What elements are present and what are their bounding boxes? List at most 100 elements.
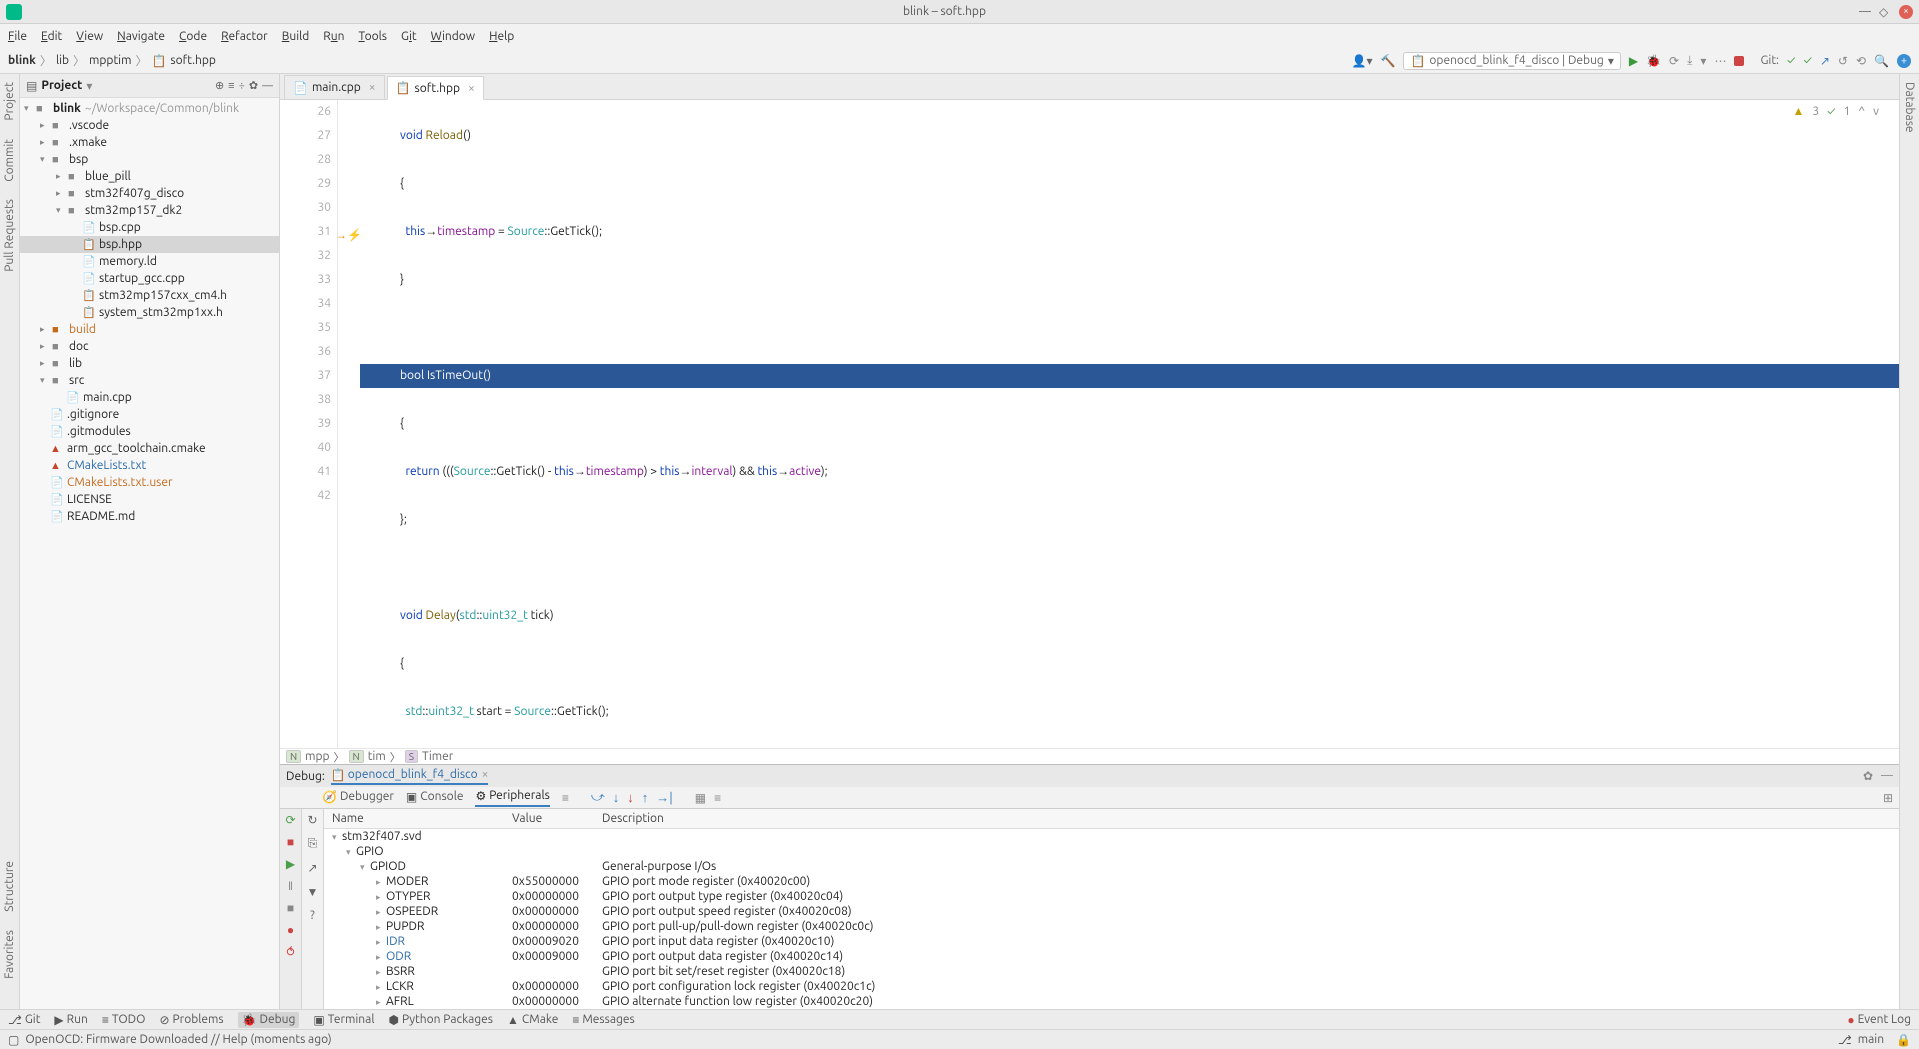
rerun-icon[interactable]: ⟳ bbox=[285, 813, 295, 827]
table-row[interactable]: ▸ODR0x00009000GPIO port output data regi… bbox=[324, 949, 1899, 964]
tab-main[interactable]: 📄main.cpp× bbox=[284, 75, 385, 99]
editor-breadcrumb[interactable]: Nmpp 〉 Ntim 〉 STimer bbox=[280, 748, 1899, 764]
menu-file[interactable]: File bbox=[8, 30, 27, 43]
close-icon[interactable]: × bbox=[468, 82, 475, 95]
menu-run[interactable]: Run bbox=[323, 30, 344, 43]
gutter[interactable]: 2627282930 31→⚡ 3233343536 373839404142 bbox=[280, 100, 338, 748]
tool-todo[interactable]: ≡ TODO bbox=[102, 1013, 146, 1027]
breakpoints-icon[interactable]: ■ bbox=[287, 901, 294, 915]
run-config-selector[interactable]: 📋 openocd_blink_f4_disco | Debug ▾ bbox=[1403, 52, 1620, 70]
git-rollback-icon[interactable]: ⟲ bbox=[1856, 54, 1866, 68]
table-row[interactable]: ▸OTYPER0x00000000GPIO port output type r… bbox=[324, 889, 1899, 904]
breadcrumb[interactable]: blink 〉 lib 〉 mpptim 〉 📋 soft.hpp bbox=[8, 52, 216, 69]
table-row[interactable]: ▸AFRL0x00000000GPIO alternate function l… bbox=[324, 994, 1899, 1009]
expand-icon[interactable]: ≡ bbox=[228, 80, 234, 92]
code-content[interactable]: void Reload() { this→timestamp = Source:… bbox=[360, 100, 1899, 748]
menu-edit[interactable]: Edit bbox=[41, 30, 62, 43]
rail-pull-requests[interactable]: Pull Requests bbox=[3, 199, 16, 272]
tab-console[interactable]: ▣ Console bbox=[406, 790, 464, 806]
tool-run[interactable]: ▶ Run bbox=[54, 1013, 87, 1027]
user-icon[interactable]: 👤▾ bbox=[1352, 54, 1373, 68]
more-icon[interactable]: ⋯ bbox=[1714, 54, 1726, 68]
status-bg-tasks-icon[interactable]: ▢ bbox=[8, 1033, 19, 1047]
debug-settings-icon[interactable]: ✿ bbox=[1863, 769, 1873, 783]
menu-code[interactable]: Code bbox=[179, 30, 207, 43]
menu-refactor[interactable]: Refactor bbox=[221, 30, 268, 43]
pause-icon[interactable]: ‖ bbox=[288, 879, 293, 893]
close-button[interactable]: × bbox=[1899, 5, 1913, 19]
mute-bp-icon[interactable]: ● bbox=[287, 923, 294, 937]
debug-config[interactable]: 📋openocd_blink_f4_disco× bbox=[331, 768, 489, 785]
menu-view[interactable]: View bbox=[76, 30, 103, 43]
collapse-icon[interactable]: ÷ bbox=[239, 80, 245, 92]
search-icon[interactable]: 🔍 bbox=[1874, 54, 1889, 68]
tool-terminal[interactable]: ▣ Terminal bbox=[313, 1013, 374, 1027]
tool-problems[interactable]: ⊘ Problems bbox=[159, 1013, 223, 1027]
run-icon[interactable]: ▶ bbox=[1629, 54, 1638, 68]
maximize-button[interactable]: ◇ bbox=[1879, 5, 1893, 19]
evaluate-icon[interactable]: ▦ bbox=[695, 791, 706, 805]
debug-icon[interactable]: 🐞 bbox=[1646, 54, 1661, 68]
settings-icon[interactable]: ✿ bbox=[249, 79, 258, 92]
table-row[interactable]: ▸BSRRGPIO port bit set/reset register (0… bbox=[324, 964, 1899, 979]
tab-soft[interactable]: 📋soft.hpp× bbox=[387, 76, 484, 100]
tool-messages[interactable]: ≡ Messages bbox=[572, 1013, 634, 1027]
crumb-mpptim[interactable]: mpptim bbox=[89, 54, 131, 67]
attach-icon[interactable]: ▾ bbox=[1700, 54, 1706, 68]
coverage-icon[interactable]: ⟳ bbox=[1669, 54, 1679, 68]
rail-favorites[interactable]: Favorites bbox=[3, 930, 16, 979]
debug-hide-icon[interactable]: — bbox=[1881, 769, 1893, 783]
minimize-button[interactable]: — bbox=[1859, 5, 1873, 19]
menu-navigate[interactable]: Navigate bbox=[117, 30, 165, 43]
menu-build[interactable]: Build bbox=[282, 30, 310, 43]
git-branch[interactable]: main bbox=[1858, 1033, 1884, 1046]
tab-peripherals[interactable]: ⚙ Peripherals bbox=[475, 789, 549, 807]
hide-icon[interactable]: — bbox=[262, 80, 273, 92]
run-to-cursor-icon[interactable]: →| bbox=[656, 790, 673, 805]
export-icon[interactable]: ↗ bbox=[307, 861, 317, 875]
filter-icon[interactable]: ▼ bbox=[307, 885, 319, 899]
layout-icon[interactable]: ⊞ bbox=[1883, 791, 1893, 805]
tool-cmake[interactable]: ▲ CMake bbox=[507, 1013, 558, 1027]
stop-icon[interactable]: ■ bbox=[287, 835, 294, 849]
table-row[interactable]: ▸IDR0x00009020GPIO port input data regis… bbox=[324, 934, 1899, 949]
inspection-widget[interactable]: ▲3 ✓1 ^v bbox=[1792, 104, 1879, 118]
tab-debugger[interactable]: 🧭 Debugger bbox=[322, 790, 394, 806]
restart-icon[interactable]: ↻ bbox=[307, 813, 317, 827]
add-icon[interactable]: + bbox=[1897, 54, 1911, 68]
crumb-lib[interactable]: lib bbox=[56, 54, 69, 67]
rail-commit[interactable]: Commit bbox=[3, 139, 16, 182]
git-update-icon[interactable]: ✓ bbox=[1787, 54, 1795, 67]
git-push-icon[interactable]: ↗ bbox=[1820, 54, 1830, 68]
tool-git[interactable]: ⎇ Git bbox=[8, 1013, 40, 1027]
rail-structure[interactable]: Structure bbox=[3, 861, 16, 912]
profile-icon[interactable]: ⤓ bbox=[1687, 54, 1692, 68]
tool-event-log[interactable]: ● Event Log bbox=[1847, 1013, 1911, 1027]
menu-git[interactable]: Git bbox=[401, 30, 417, 43]
locate-icon[interactable]: ⊕ bbox=[215, 79, 224, 92]
crumb-root[interactable]: blink bbox=[8, 54, 36, 67]
force-step-icon[interactable]: ↓ bbox=[627, 790, 634, 805]
stop-icon[interactable] bbox=[1734, 56, 1744, 66]
rail-project[interactable]: Project bbox=[3, 82, 16, 121]
table-row[interactable]: ▸PUPDR0x00000000GPIO port pull-up/pull-d… bbox=[324, 919, 1899, 934]
rail-database[interactable]: Database bbox=[1903, 82, 1916, 133]
build-icon[interactable]: 🔨 bbox=[1381, 54, 1396, 68]
menu-help[interactable]: Help bbox=[489, 30, 514, 43]
step-out-icon[interactable]: ↑ bbox=[642, 790, 649, 805]
menu-tools[interactable]: Tools bbox=[359, 30, 388, 43]
crumb-file[interactable]: soft.hpp bbox=[170, 54, 216, 67]
tool-python[interactable]: ⬢ Python Packages bbox=[388, 1013, 493, 1027]
git-branch-icon[interactable]: ⎇ bbox=[1838, 1033, 1852, 1047]
resume-icon[interactable]: ▶ bbox=[286, 857, 295, 871]
help-icon[interactable]: ? bbox=[310, 909, 315, 922]
code-editor[interactable]: ▲3 ✓1 ^v 2627282930 31→⚡ 3233343536 3738… bbox=[280, 100, 1899, 748]
table-row[interactable]: ▸OSPEEDR0x00000000GPIO port output speed… bbox=[324, 904, 1899, 919]
peripherals-table[interactable]: Name Value Description ▾stm32f407.svd ▾G… bbox=[324, 809, 1899, 1009]
memory-icon[interactable]: ≡ bbox=[714, 791, 721, 805]
menu-window[interactable]: Window bbox=[431, 30, 475, 43]
lock-icon[interactable]: 🔒 bbox=[1896, 1033, 1911, 1047]
close-icon[interactable]: × bbox=[369, 81, 376, 94]
git-commit-icon[interactable]: ✓ bbox=[1803, 54, 1811, 67]
step-over-icon[interactable]: ⤻ bbox=[591, 790, 605, 805]
